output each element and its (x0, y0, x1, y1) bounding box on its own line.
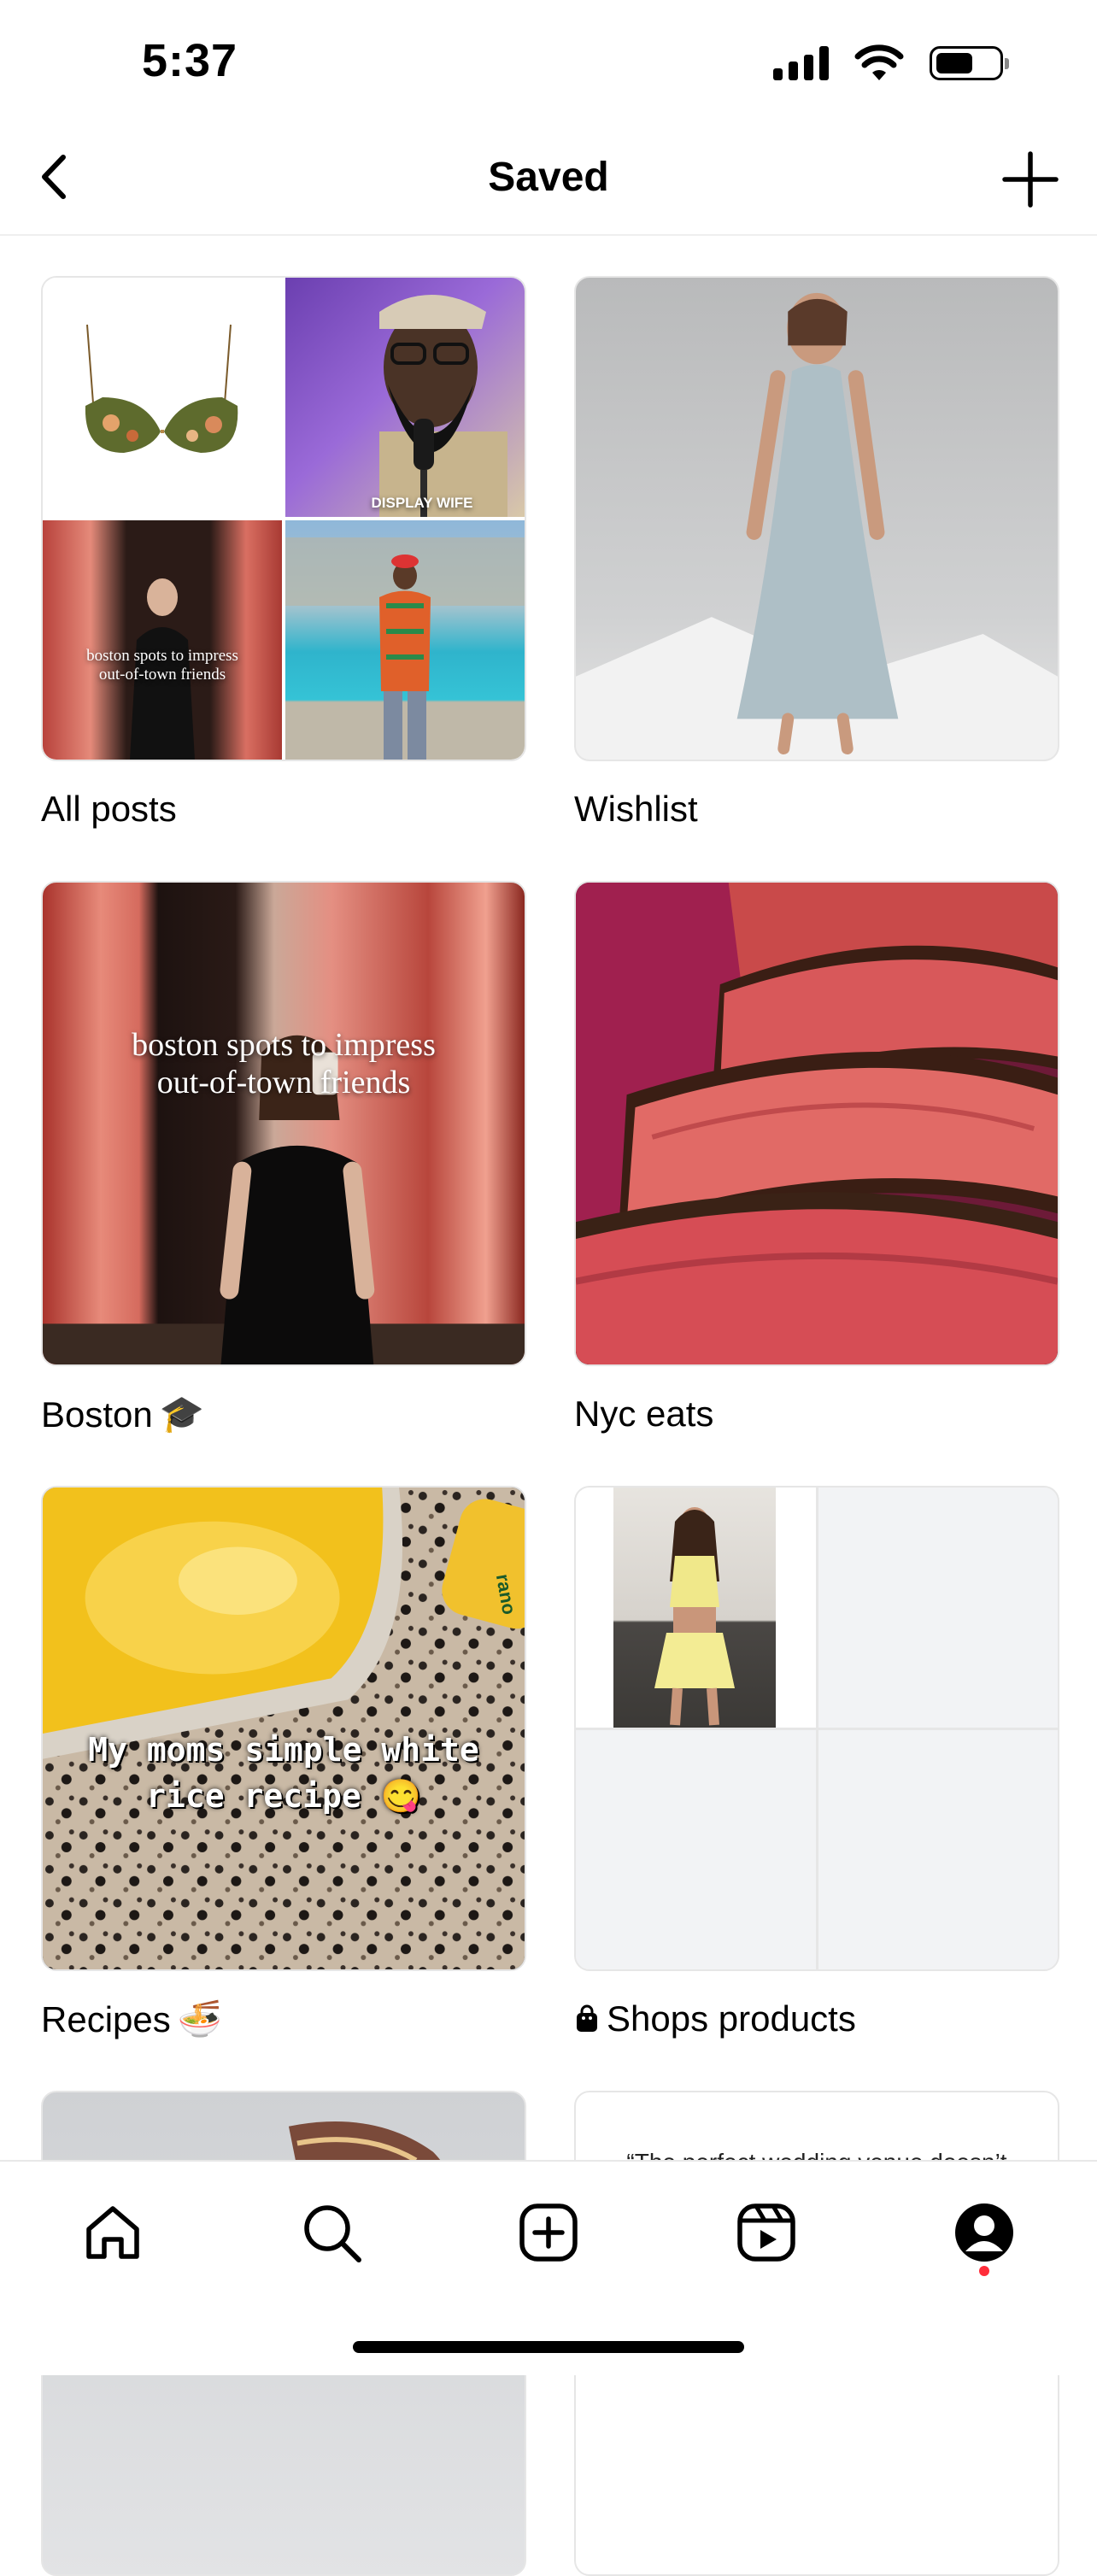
home-icon (86, 2206, 139, 2259)
collection-thumbnail[interactable]: rano My moms simple white rice recipe 😋 (41, 1486, 526, 1971)
collection-label: Boston 🎓 (41, 1394, 205, 1435)
bikini-preview (43, 278, 282, 517)
header: Saved (0, 128, 1097, 236)
collection-label: Recipes 🍜 (41, 1998, 223, 2039)
collection-thumbnail[interactable] (574, 881, 1059, 1366)
empty-preview-slot (576, 1729, 816, 1969)
boston-preview-small: boston spots to impress out-of-town frie… (43, 520, 282, 760)
search-tab[interactable] (293, 2194, 370, 2271)
collection-thumbnail[interactable] (574, 1486, 1059, 1971)
notification-dot (979, 2266, 989, 2276)
boston-caption-line1: boston spots to impress (132, 1027, 436, 1063)
page-title: Saved (488, 155, 609, 200)
create-icon (519, 2203, 578, 2262)
boston-small-line1: boston spots to impress (86, 647, 238, 665)
reels-tab[interactable] (728, 2194, 805, 2271)
collection-all-posts[interactable]: DISPLAY WIFE boston spots to impress out… (41, 276, 526, 829)
yellow-outfit-preview (576, 1488, 816, 1728)
wifi-icon (854, 44, 904, 80)
collection-thumbnail[interactable]: boston spots to impress out-of-town frie… (41, 881, 526, 1366)
collection-label: Wishlist (574, 789, 698, 829)
signal-icon (773, 46, 829, 80)
battery-icon (930, 46, 1009, 80)
status-bar: 5:37 (0, 0, 1097, 128)
collection-recipes[interactable]: rano My moms simple white rice recipe 😋 … (41, 1486, 526, 2039)
man-preview: DISPLAY WIFE (285, 278, 525, 517)
recipe-caption-line1: My moms simple white (88, 1731, 479, 1769)
profile-icon (955, 2203, 1013, 2262)
shopping-bag-icon (577, 2004, 597, 2032)
collection-thumbnail[interactable] (574, 276, 1059, 761)
recipe-caption-line2: rice recipe 😋 (146, 1777, 421, 1815)
home-indicator[interactable] (353, 2341, 744, 2353)
collection-boston[interactable]: boston spots to impress out-of-town frie… (41, 881, 526, 1435)
add-collection-button[interactable] (998, 147, 1063, 212)
home-tab[interactable] (74, 2194, 151, 2271)
create-tab[interactable] (510, 2194, 587, 2271)
collection-nyc-eats[interactable]: Nyc eats (574, 881, 1059, 1434)
reels-icon (737, 2203, 795, 2262)
noodle-bowl-icon: 🍜 (177, 1998, 223, 2039)
empty-preview-slot (818, 1729, 1058, 1969)
collection-label: All posts (41, 789, 177, 829)
collection-wishlist[interactable]: Wishlist (574, 276, 1059, 829)
boston-small-line2: out-of-town friends (98, 666, 226, 684)
quad-preview (576, 1488, 1058, 1969)
pool-preview (285, 520, 525, 760)
profile-tab[interactable] (946, 2194, 1023, 2271)
display-wife-caption: DISPLAY WIFE (371, 495, 473, 511)
collection-label: Shops products (574, 1998, 856, 2039)
empty-preview-slot (818, 1488, 1058, 1728)
status-time: 5:37 (142, 35, 238, 86)
collection-thumbnail[interactable]: DISPLAY WIFE boston spots to impress out… (41, 276, 526, 761)
boston-caption-line2: out-of-town friends (156, 1065, 411, 1100)
collection-shops-products[interactable]: Shops products (574, 1486, 1059, 2039)
quad-preview: DISPLAY WIFE boston spots to impress out… (43, 278, 525, 760)
search-icon (304, 2205, 361, 2262)
status-icons (773, 44, 1009, 82)
graduation-cap-icon: 🎓 (159, 1394, 205, 1434)
collection-label: Nyc eats (574, 1394, 714, 1434)
